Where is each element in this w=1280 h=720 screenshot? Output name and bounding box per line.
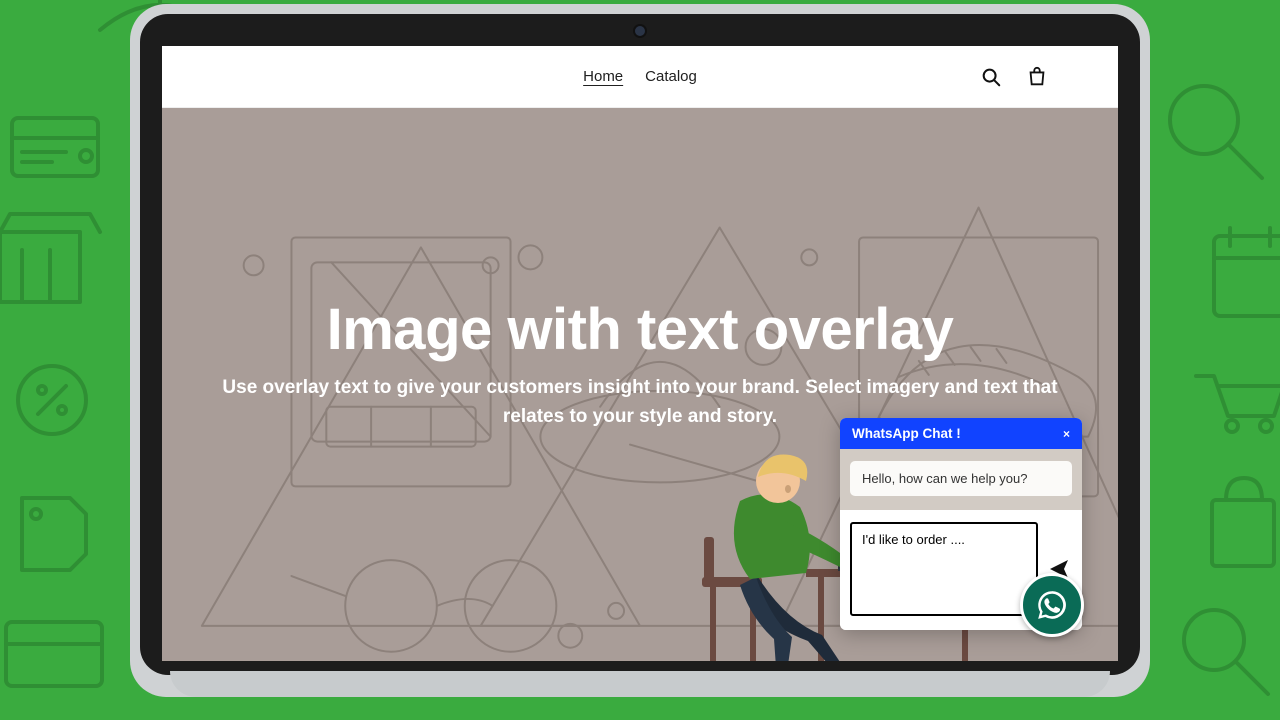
nav-link-home[interactable]: Home: [583, 68, 623, 85]
nav-links: Home Catalog: [162, 68, 1118, 85]
laptop-bezel: Home Catalog: [140, 14, 1140, 675]
laptop-frame: Home Catalog: [130, 4, 1150, 697]
search-icon[interactable]: [980, 66, 1002, 88]
chat-messages: Hello, how can we help you?: [840, 449, 1082, 510]
hero-title: Image with text overlay: [192, 296, 1088, 363]
whatsapp-fab-button[interactable]: [1020, 573, 1084, 637]
laptop-camera: [635, 26, 645, 36]
nav-link-catalog[interactable]: Catalog: [645, 68, 697, 85]
chat-close-button[interactable]: ×: [1063, 427, 1070, 441]
cart-bag-icon[interactable]: [1026, 66, 1048, 88]
laptop-base: [170, 671, 1110, 697]
hero-section: Image with text overlay Use overlay text…: [162, 108, 1118, 661]
chat-greeting-message: Hello, how can we help you?: [850, 461, 1072, 496]
store-screen: Home Catalog: [162, 46, 1118, 661]
chat-input[interactable]: [850, 522, 1038, 616]
chat-title: WhatsApp Chat !: [852, 426, 961, 441]
chat-header[interactable]: WhatsApp Chat ! ×: [840, 418, 1082, 449]
whatsapp-icon: [1035, 588, 1069, 622]
top-nav: Home Catalog: [162, 46, 1118, 108]
hero-text: Image with text overlay Use overlay text…: [162, 296, 1118, 432]
